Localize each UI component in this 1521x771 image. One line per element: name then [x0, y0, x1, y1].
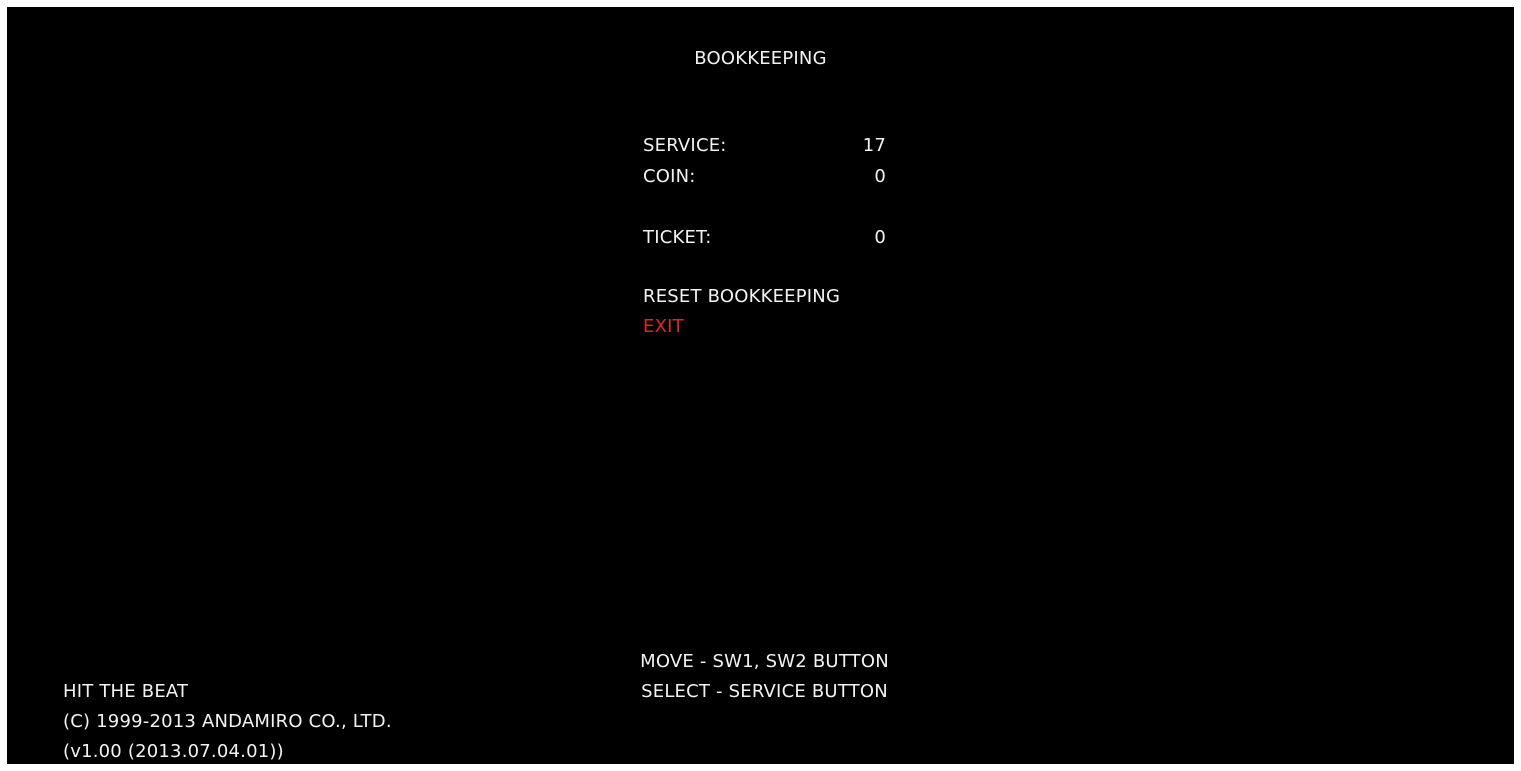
page-title: BOOKKEEPING — [694, 48, 827, 69]
help-select-instruction: SELECT - SERVICE BUTTON — [641, 681, 888, 702]
copyright-notice: (C) 1999-2013 ANDAMIRO CO., LTD. — [63, 711, 392, 732]
coin-value: 0 — [874, 166, 886, 187]
coin-label: COIN: — [643, 166, 696, 187]
ticket-value: 0 — [874, 227, 886, 248]
ticket-label: TICKET: — [643, 227, 712, 248]
service-value: 17 — [862, 135, 886, 156]
version-info: (v1.00 (2013.07.04.01)) — [63, 741, 284, 762]
help-move-instruction: MOVE - SW1, SW2 BUTTON — [640, 651, 889, 672]
menu-item-exit[interactable]: EXIT — [643, 316, 684, 338]
service-label: SERVICE: — [643, 135, 727, 156]
game-name: HIT THE BEAT — [63, 681, 189, 702]
menu-item-reset-bookkeeping[interactable]: RESET BOOKKEEPING — [643, 286, 840, 308]
